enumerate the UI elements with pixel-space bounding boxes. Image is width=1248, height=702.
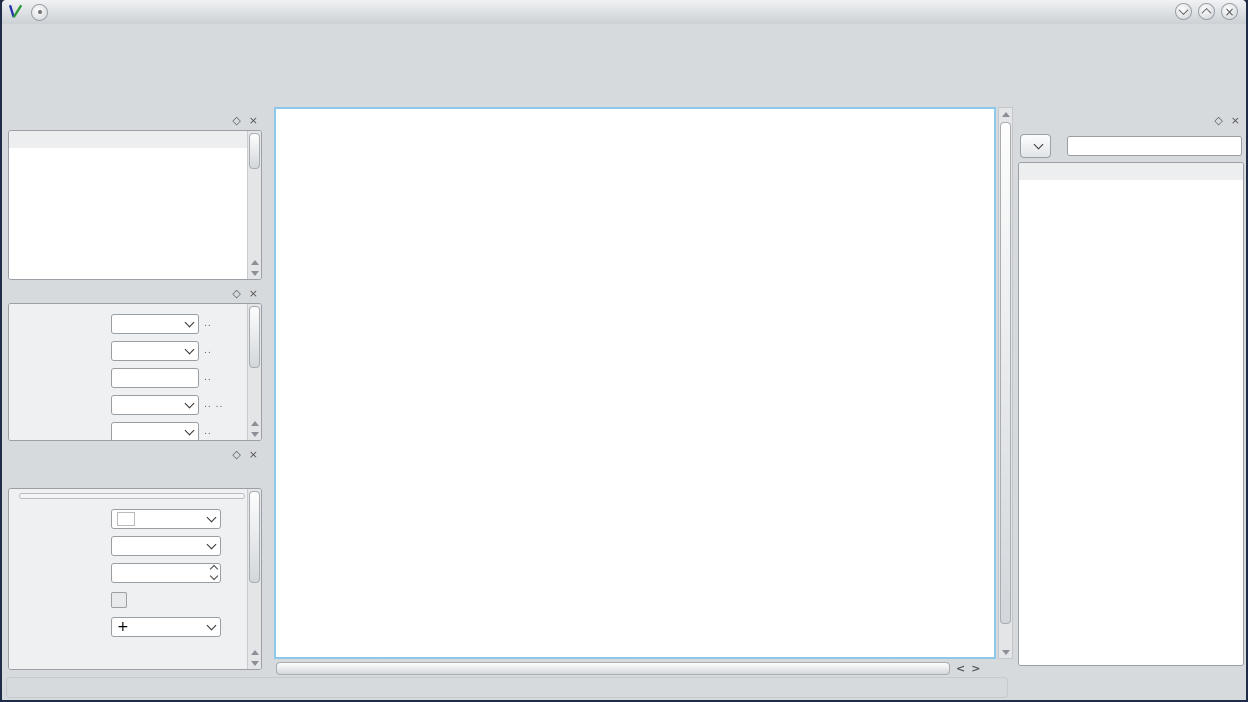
thin-markers-spinner[interactable]	[111, 563, 221, 583]
data-panel-title: ◇ ×	[1016, 110, 1246, 130]
formatting-tabs	[10, 464, 260, 488]
float-panel-icon[interactable]: ◇	[1214, 115, 1222, 126]
marker-row	[19, 505, 245, 532]
error-style-dropdown[interactable]: +	[111, 617, 221, 637]
editing-panel-title: ◇ ×	[6, 110, 264, 130]
key-text-row: ..	[19, 364, 245, 391]
more-button[interactable]: ..	[204, 373, 212, 383]
close-button[interactable]: ×	[1221, 3, 1238, 20]
y-data-row: ..	[19, 337, 245, 364]
properties-panel-title: ◇ ×	[6, 283, 264, 303]
maximize-button[interactable]	[1198, 3, 1215, 20]
formatting-scrollbar[interactable]	[247, 489, 261, 669]
window-menu-button[interactable]	[31, 4, 48, 21]
x-data-dropdown[interactable]	[111, 314, 199, 334]
editing-tree-header[interactable]	[9, 131, 261, 149]
properties-panel: ◇ × .. .. ..	[6, 283, 264, 443]
editing-tree	[9, 148, 248, 279]
more-button[interactable]: ..	[204, 319, 212, 329]
menu-bar	[2, 24, 1246, 46]
key-text-input[interactable]	[111, 368, 199, 388]
veusz-window: × ◇ × ◇ ×	[2, 0, 1246, 700]
plot-window[interactable]	[274, 107, 996, 659]
float-panel-icon[interactable]: ◇	[232, 115, 240, 126]
scale-markers-dropdown[interactable]	[111, 422, 199, 442]
marker-size-row	[19, 532, 245, 559]
data-panel: ◇ ×	[1016, 110, 1246, 668]
plot-canvas[interactable]	[276, 109, 994, 657]
editing-scrollbar[interactable]	[247, 131, 261, 279]
group-button[interactable]	[1020, 134, 1051, 158]
hide-checkbox[interactable]	[111, 592, 127, 608]
marker-size-dropdown[interactable]	[111, 536, 221, 556]
close-panel-icon[interactable]: ×	[249, 115, 258, 126]
float-panel-icon[interactable]: ◇	[232, 449, 240, 460]
formatting-panel-title: ◇ ×	[6, 444, 264, 464]
labels-row: .. ..	[19, 391, 245, 418]
screen: × ◇ × ◇ ×	[0, 0, 1248, 702]
data-panel-toolbar	[1020, 134, 1242, 158]
hide-row	[19, 586, 245, 613]
main-groupbox	[19, 493, 245, 499]
main-toolbar	[2, 46, 1246, 76]
title-bar[interactable]: ×	[2, 0, 1246, 24]
thin-markers-row	[19, 559, 245, 586]
veusz-logo-icon	[7, 3, 25, 21]
labels-dropdown[interactable]	[111, 395, 199, 415]
status-bar	[2, 674, 1246, 700]
editing-panel: ◇ ×	[6, 110, 264, 282]
scale-markers-row: ..	[19, 418, 245, 441]
more-button[interactable]: ..	[204, 427, 212, 437]
close-panel-icon[interactable]: ×	[249, 449, 258, 460]
close-panel-icon[interactable]: ×	[249, 288, 258, 299]
formatting-panel: ◇ ×	[6, 444, 264, 672]
y-data-dropdown[interactable]	[111, 341, 199, 361]
plot-vscrollbar[interactable]	[998, 107, 1013, 659]
minimize-button[interactable]	[1175, 3, 1192, 20]
dataset-table-header[interactable]	[1019, 163, 1243, 181]
x-data-row: ..	[19, 310, 245, 337]
insert-toolbar	[2, 76, 1246, 108]
close-panel-icon[interactable]: ×	[1231, 115, 1240, 126]
float-panel-icon[interactable]: ◇	[232, 288, 240, 299]
dataset-tree	[1019, 180, 1243, 665]
error-style-row: +	[19, 613, 245, 640]
marker-dropdown[interactable]	[111, 509, 221, 529]
filter-input[interactable]	[1067, 136, 1242, 156]
more-button[interactable]: ..	[204, 346, 212, 356]
more-button[interactable]: .. ..	[204, 400, 223, 410]
properties-scrollbar[interactable]	[247, 304, 261, 440]
